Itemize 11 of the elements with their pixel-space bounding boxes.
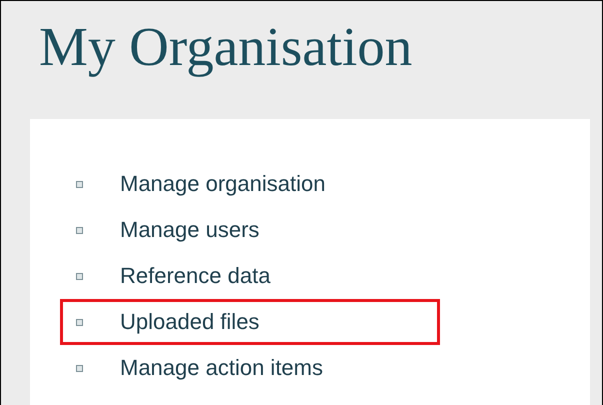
menu-link[interactable]: Uploaded files (120, 309, 260, 335)
bullet-icon (76, 364, 83, 372)
bullet-icon (76, 318, 83, 326)
menu-link[interactable]: Manage action items (120, 355, 323, 381)
bullet-icon (76, 180, 83, 188)
bullet-icon (76, 272, 83, 280)
page-title: My Organisation (39, 15, 414, 79)
menu-link[interactable]: Reference data (120, 263, 270, 289)
bullet-icon (76, 226, 83, 234)
menu-link[interactable]: Manage users (120, 217, 260, 243)
menu-link[interactable]: Manage organisation (120, 171, 326, 197)
